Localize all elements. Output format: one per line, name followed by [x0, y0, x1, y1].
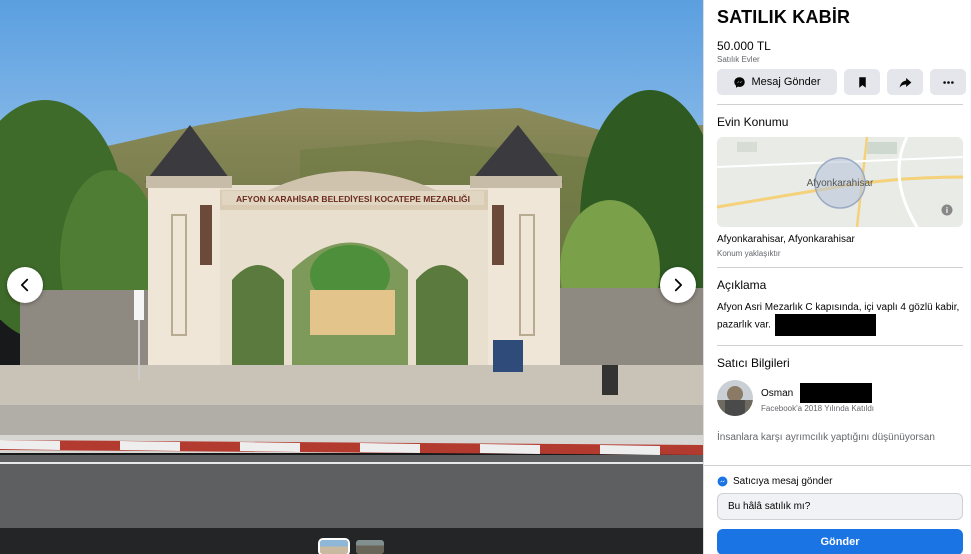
description-text-block: Afyon Asri Mezarlık C kapısında, içi vap…	[717, 301, 963, 336]
photo-thumbnail[interactable]	[318, 538, 350, 554]
listing-photo: AFYON KARAHİSAR BELEDİYESİ KOCATEPE MEZA…	[0, 0, 703, 528]
message-button[interactable]: Mesaj Gönder	[717, 69, 837, 95]
photo-thumbnail-strip	[0, 528, 703, 554]
listing-details-panel: SATILIK KABİR 50.000 TL Satılık Evler Me…	[703, 0, 971, 554]
share-icon	[899, 77, 911, 88]
more-icon	[942, 80, 954, 84]
compose-heading-label: Satıcıya mesaj gönder	[733, 476, 833, 487]
photo-viewer: AFYON KARAHİSAR BELEDİYESİ KOCATEPE MEZA…	[0, 0, 703, 554]
listing-title: SATILIK KABİR	[717, 7, 851, 27]
bookmark-icon	[858, 76, 866, 88]
seller-name-row: Osman	[761, 383, 874, 403]
divider	[717, 267, 963, 268]
photo-thumbnail[interactable]	[356, 540, 384, 554]
location-text: Afyonkarahisar, Afyonkarahisar	[717, 234, 855, 245]
redaction-box	[774, 314, 876, 336]
map-city-label: Afyonkarahisar	[807, 178, 874, 189]
location-map[interactable]: Afyonkarahisar i	[717, 137, 963, 227]
messenger-icon	[717, 476, 728, 487]
listing-category: Satılık Evler	[717, 55, 760, 64]
description-heading: Açıklama	[717, 278, 767, 292]
report-link[interactable]: İnsanlara karşı ayrımcılık yaptığını düş…	[717, 432, 971, 443]
divider	[717, 104, 963, 105]
message-button-label: Mesaj Gönder	[751, 76, 821, 88]
send-button[interactable]: Gönder	[717, 529, 963, 554]
location-heading: Evin Konumu	[717, 115, 789, 129]
compose-heading: Satıcıya mesaj gönder	[717, 476, 971, 487]
svg-text:i: i	[946, 206, 948, 215]
listing-price: 50.000 TL	[717, 39, 771, 53]
save-button[interactable]	[844, 69, 880, 95]
redaction-box	[800, 383, 873, 403]
listing-actions: Mesaj Gönder	[717, 69, 971, 95]
seller-name[interactable]: Osman	[761, 388, 793, 399]
location-approx-note: Konum yaklaşıktır	[717, 249, 781, 258]
seller-info: Osman Facebook'a 2018 Yılında Katıldı	[761, 383, 874, 413]
seller-heading: Satıcı Bilgileri	[717, 356, 790, 370]
divider	[717, 345, 963, 346]
chevron-left-icon	[20, 278, 29, 292]
details-scroll-area: SATILIK KABİR 50.000 TL Satılık Evler Me…	[704, 0, 971, 465]
gate-sign-text: AFYON KARAHİSAR BELEDİYESİ KOCATEPE MEZA…	[236, 193, 470, 204]
more-options-button[interactable]	[930, 69, 966, 95]
messenger-icon	[734, 76, 746, 88]
message-composer: Satıcıya mesaj gönder Gönder	[704, 465, 971, 554]
previous-photo-button[interactable]	[7, 267, 43, 303]
chevron-right-icon	[674, 278, 683, 292]
marketplace-listing-page: AFYON KARAHİSAR BELEDİYESİ KOCATEPE MEZA…	[0, 0, 971, 554]
next-photo-button[interactable]	[660, 267, 696, 303]
seller-card[interactable]: Osman Facebook'a 2018 Yılında Katıldı	[717, 380, 971, 416]
message-input[interactable]	[717, 493, 963, 520]
share-button[interactable]	[887, 69, 923, 95]
seller-joined: Facebook'a 2018 Yılında Katıldı	[761, 404, 875, 413]
seller-avatar[interactable]	[717, 380, 753, 416]
